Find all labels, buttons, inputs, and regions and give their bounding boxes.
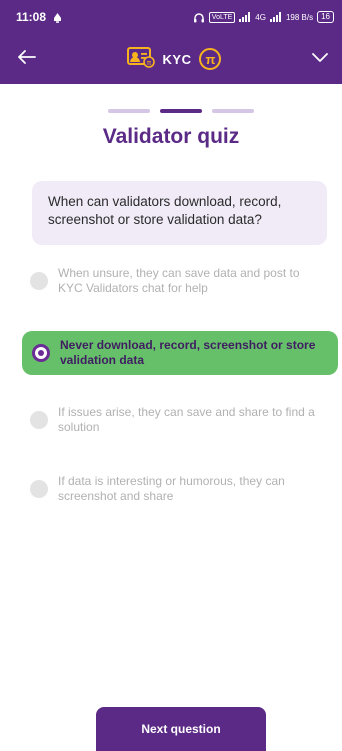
pi-coin-icon: π: [199, 48, 222, 70]
progress-step-2: [160, 109, 202, 113]
id-card-icon: π: [126, 46, 155, 73]
app-bar-title: KYC: [162, 51, 192, 67]
answer-option-3[interactable]: If issues arise, they can save and share…: [22, 405, 338, 435]
answer-option-label: If issues arise, they can save and share…: [58, 405, 315, 434]
answer-option-label: When unsure, they can save data and post…: [58, 266, 300, 295]
radio-button[interactable]: [30, 272, 48, 290]
status-bar: 11:08 VoLTE 4G 198 B/s 16: [0, 0, 342, 34]
next-question-button[interactable]: Next question: [96, 707, 266, 751]
headphones-icon: [193, 12, 205, 23]
question-card: When can validators download, record, sc…: [32, 181, 327, 245]
answer-option-1[interactable]: When unsure, they can save data and post…: [22, 266, 338, 296]
answer-option-2[interactable]: Never download, record, screenshot or st…: [22, 331, 338, 375]
page-title: Validator quiz: [102, 125, 240, 148]
quiz-progress: [108, 109, 254, 113]
volte-badge: VoLTE: [208, 11, 236, 23]
radio-button-selected[interactable]: [32, 344, 50, 362]
radio-button[interactable]: [30, 411, 48, 429]
progress-step-1: [108, 109, 150, 113]
signal-icon: [239, 12, 251, 22]
data-speed: 198 B/s: [285, 12, 314, 22]
battery-icon: 16: [317, 11, 334, 23]
signal-icon-2: [269, 12, 282, 22]
back-arrow-icon[interactable]: [18, 49, 36, 69]
radio-button[interactable]: [30, 480, 48, 498]
answer-option-label: Never download, record, screenshot or st…: [60, 338, 316, 367]
answer-option-4[interactable]: If data is interesting or humorous, they…: [22, 474, 338, 504]
progress-step-3: [212, 109, 254, 113]
chevron-down-icon[interactable]: [312, 50, 328, 68]
notification-icon: [52, 12, 63, 23]
app-bar: π KYC π: [0, 34, 342, 84]
app-bar-title-group: π KYC π: [126, 46, 222, 73]
answer-option-label: If data is interesting or humorous, they…: [58, 474, 285, 503]
status-time: 11:08: [16, 10, 47, 24]
network-type: 4G: [255, 12, 266, 22]
